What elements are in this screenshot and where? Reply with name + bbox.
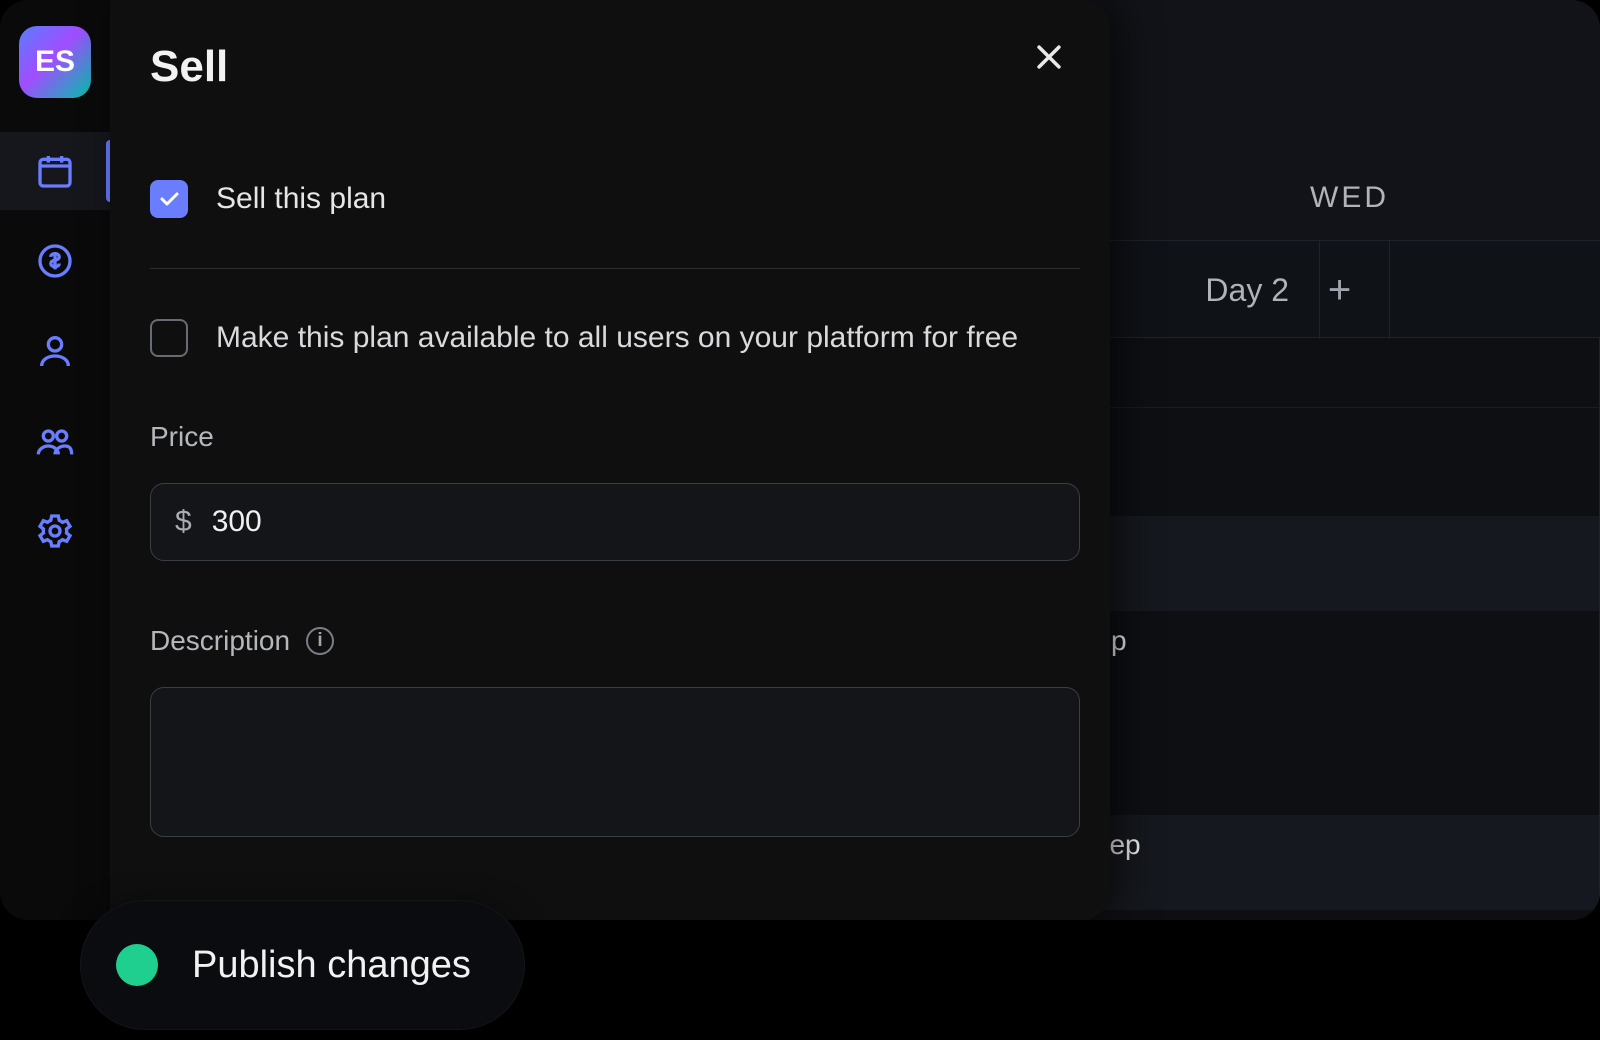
dollar-circle-icon	[35, 241, 75, 281]
day-tab-label: Day 2	[1205, 272, 1289, 309]
close-button[interactable]	[1032, 40, 1066, 79]
sidebar-item-programs[interactable]	[0, 132, 110, 210]
modal-title: Sell	[150, 42, 1062, 92]
people-icon	[35, 421, 75, 461]
plus-icon: +	[1328, 268, 1351, 313]
sell-plan-label: Sell this plan	[216, 182, 386, 216]
price-label: Price	[150, 421, 1062, 453]
person-icon	[35, 331, 75, 371]
weekday-header-wed: WED	[1310, 181, 1389, 215]
currency-symbol: $	[175, 505, 192, 539]
info-icon[interactable]: i	[306, 627, 334, 655]
divider	[150, 268, 1080, 269]
publish-changes-button[interactable]: Publish changes	[80, 900, 525, 1030]
price-input-wrapper[interactable]: $	[150, 483, 1080, 561]
publish-label: Publish changes	[192, 944, 471, 987]
status-dot-icon	[116, 944, 158, 986]
sidebar-item-groups[interactable]	[0, 402, 110, 480]
free-plan-label: Make this plan available to all users on…	[216, 321, 1018, 355]
price-input[interactable]	[212, 505, 1055, 539]
sell-panel: Sell Sell this plan Make this plan avail…	[110, 0, 1110, 920]
description-input-wrapper[interactable]	[150, 687, 1080, 837]
app-sidebar: ES	[0, 0, 110, 920]
free-plan-checkbox[interactable]	[150, 319, 188, 357]
calendar-icon	[35, 151, 75, 191]
sidebar-item-billing[interactable]	[0, 222, 110, 300]
close-icon	[1032, 40, 1066, 74]
avatar-initials: ES	[35, 45, 75, 79]
sidebar-item-settings[interactable]	[0, 492, 110, 570]
description-textarea[interactable]	[175, 708, 1055, 816]
gear-icon	[35, 511, 75, 551]
sell-plan-checkbox[interactable]	[150, 180, 188, 218]
sidebar-item-clients[interactable]	[0, 312, 110, 390]
description-label: Description i	[150, 625, 1062, 657]
user-avatar[interactable]: ES	[19, 26, 91, 98]
add-day-button[interactable]: +	[1320, 241, 1390, 339]
check-icon	[157, 187, 181, 211]
